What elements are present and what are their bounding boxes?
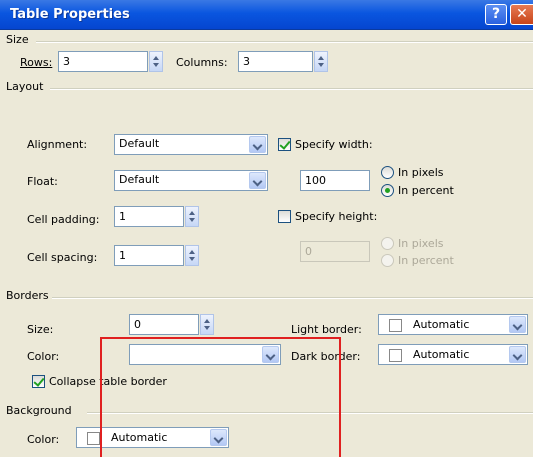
title-bar: Table Properties ? ✕: [0, 0, 533, 30]
columns-input[interactable]: [238, 51, 313, 72]
dark-border-value: Automatic: [413, 348, 470, 361]
help-button[interactable]: ?: [485, 4, 507, 25]
rows-spinner[interactable]: [149, 51, 163, 72]
size-section-label: Size: [6, 33, 29, 46]
height-pixels-radio: [381, 237, 394, 250]
light-border-swatch: [389, 319, 402, 332]
height-input: [300, 241, 370, 262]
cell-padding-input[interactable]: [114, 206, 184, 227]
cell-spacing-input[interactable]: [114, 245, 184, 266]
cell-spacing-label: Cell spacing:: [27, 251, 98, 264]
borders-divider: [52, 297, 533, 299]
light-border-value: Automatic: [413, 318, 470, 331]
highlight-box: [100, 337, 341, 457]
light-border-select[interactable]: Automatic: [378, 314, 528, 335]
window-title: Table Properties: [10, 7, 130, 22]
height-percent-label: In percent: [398, 254, 454, 267]
rows-label-text: Rows:: [20, 56, 53, 69]
chevron-down-icon[interactable]: [249, 172, 266, 189]
collapse-border-checkbox[interactable]: [32, 375, 45, 388]
background-section-label: Background: [6, 404, 72, 417]
rows-label: Rows:: [20, 56, 52, 69]
width-pixels-radio[interactable]: [381, 166, 394, 179]
chevron-down-icon[interactable]: [249, 136, 266, 153]
specify-height-label: Specify height:: [295, 210, 378, 223]
specify-height-checkbox[interactable]: [278, 210, 291, 223]
border-size-label: Size:: [27, 323, 54, 336]
chevron-down-icon[interactable]: [509, 316, 526, 333]
cell-spacing-spinner[interactable]: [185, 245, 199, 266]
background-color-swatch: [87, 432, 100, 445]
border-size-input[interactable]: [129, 314, 199, 335]
width-percent-label: In percent: [398, 184, 454, 197]
height-percent-radio: [381, 254, 394, 267]
close-button[interactable]: ✕: [510, 4, 533, 25]
size-divider: [36, 41, 533, 43]
border-color-label: Color:: [27, 350, 60, 363]
dark-border-swatch: [389, 349, 402, 362]
width-percent-radio[interactable]: [381, 184, 394, 197]
alignment-label: Alignment:: [27, 138, 88, 151]
layout-divider: [50, 88, 533, 90]
borders-section-label: Borders: [6, 289, 49, 302]
rows-input[interactable]: [58, 51, 148, 72]
cell-padding-spinner[interactable]: [185, 206, 199, 227]
float-label: Float:: [27, 175, 58, 188]
light-border-label: Light border:: [291, 323, 362, 336]
layout-section-label: Layout: [6, 80, 44, 93]
columns-spinner[interactable]: [314, 51, 328, 72]
height-pixels-label: In pixels: [398, 237, 444, 250]
background-color-label: Color:: [27, 433, 60, 446]
width-input[interactable]: [300, 170, 370, 191]
cell-padding-label: Cell padding:: [27, 213, 100, 226]
alignment-value: Default: [119, 137, 160, 150]
dark-border-select[interactable]: Automatic: [378, 344, 528, 365]
width-pixels-label: In pixels: [398, 166, 444, 179]
float-value: Default: [119, 173, 160, 186]
specify-width-checkbox[interactable]: [278, 138, 291, 151]
float-select[interactable]: Default: [114, 170, 268, 191]
alignment-select[interactable]: Default: [114, 134, 268, 155]
border-size-spinner[interactable]: [200, 314, 214, 335]
chevron-down-icon[interactable]: [509, 346, 526, 363]
columns-label: Columns:: [176, 56, 228, 69]
specify-width-label: Specify width:: [295, 138, 373, 151]
